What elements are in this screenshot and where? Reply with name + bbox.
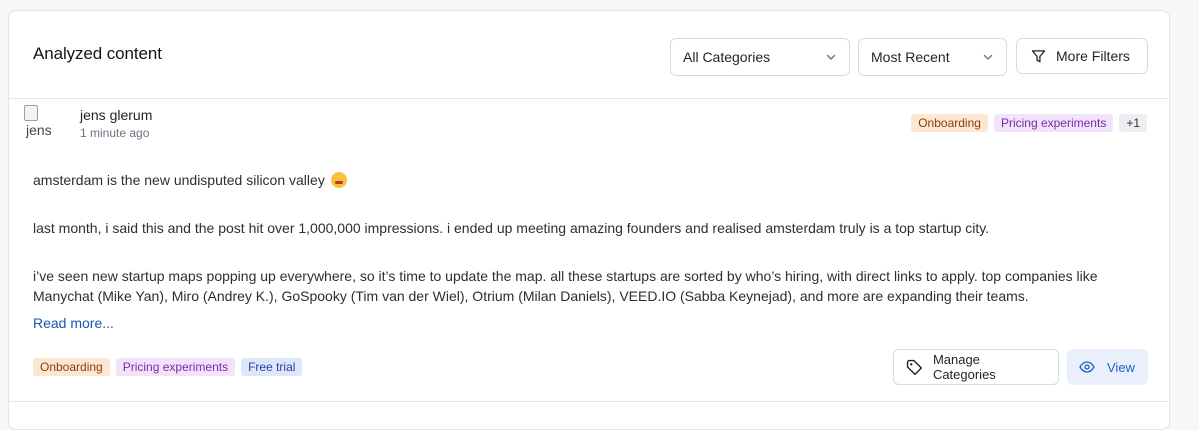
sort-select[interactable]: Most Recent [858, 38, 1007, 76]
card-header: Analyzed content All Categories Most Rec… [9, 11, 1169, 99]
post-paragraph: i’ve seen new startup maps popping up ev… [33, 268, 1098, 304]
page-title: Analyzed content [33, 44, 162, 63]
view-button[interactable]: View [1067, 349, 1148, 385]
emoji-icon [330, 172, 347, 188]
post-body: amsterdam is the new undisputed silicon … [33, 170, 1153, 306]
manage-categories-button[interactable]: Manage Categories [893, 349, 1059, 385]
post-divider [9, 401, 1169, 402]
author-name: jens glerum [80, 107, 153, 123]
tag-pricing-experiments: Pricing experiments [115, 358, 236, 376]
eye-icon [1079, 361, 1095, 373]
tag-icon [906, 359, 923, 375]
avatar: jens [24, 105, 60, 141]
avatar-alt-text: jens [26, 122, 52, 138]
read-more-link[interactable]: Read more... [33, 315, 114, 331]
chevron-down-icon [826, 54, 836, 60]
category-select[interactable]: All Categories [670, 38, 850, 76]
tag-free-trial: Free trial [241, 358, 303, 376]
chevron-down-icon [983, 54, 993, 60]
sort-select-value: Most Recent [871, 49, 950, 65]
tag-overflow-count[interactable]: +1 [1119, 114, 1147, 132]
more-filters-button[interactable]: More Filters [1016, 38, 1148, 74]
tag-pricing-experiments: Pricing experiments [993, 114, 1114, 132]
post-paragraph: last month, i said this and the post hit… [33, 220, 990, 236]
manage-categories-label: Manage Categories [932, 352, 996, 382]
tag-onboarding: Onboarding [33, 358, 110, 376]
category-select-value: All Categories [683, 49, 771, 65]
post-paragraph-text: amsterdam is the new undisputed silicon … [33, 172, 325, 188]
post-categories: Onboarding Pricing experiments Free tria… [33, 358, 303, 376]
post-paragraph: amsterdam is the new undisputed silicon … [33, 170, 1153, 218]
post-tags-summary: Onboarding Pricing experiments +1 [911, 114, 1147, 132]
tag-onboarding: Onboarding [911, 114, 988, 132]
more-filters-label: More Filters [1056, 48, 1130, 64]
broken-image-icon [24, 105, 38, 121]
view-label: View [1107, 359, 1135, 375]
filter-icon [1031, 49, 1046, 62]
post-timestamp: 1 minute ago [80, 126, 150, 140]
